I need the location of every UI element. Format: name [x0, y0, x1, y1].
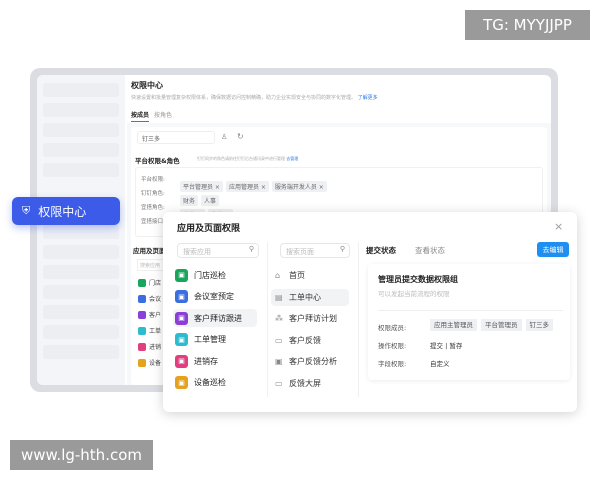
row-label: 钉钉角色: — [141, 191, 165, 197]
page-label: 首页 — [289, 271, 305, 280]
app-item[interactable]: ▣ 工单管理 — [173, 331, 257, 349]
permission-icon: ⛨ — [22, 204, 31, 217]
app-label: 会议室预定 — [194, 292, 234, 301]
group-subtitle: 可以发起当前流程的权限 — [378, 290, 450, 298]
tab-submit-status[interactable]: 提交状态 — [366, 245, 396, 256]
app-item[interactable]: ▣ 门店巡检 — [173, 266, 257, 284]
tab-by-member[interactable]: 按成员 — [131, 110, 150, 122]
mini-app[interactable]: 门店 — [138, 278, 161, 287]
app-search-input[interactable]: 搜索应用 ⚲ — [177, 243, 259, 258]
app-icon: ▣ — [175, 268, 188, 282]
app-item[interactable]: ▣ 设备巡检 — [173, 374, 257, 392]
app-item[interactable]: ▣ 会议室预定 — [173, 288, 257, 306]
section-title: 平台权限&角色 — [135, 157, 180, 165]
page-label: 工单中心 — [289, 292, 321, 302]
page-icon: ▭ — [275, 378, 283, 388]
app-label: 门店巡检 — [194, 270, 226, 280]
app-page-permission-modal: 应用及页面权限 × 搜索应用 ⚲ 搜索页面 ⚲ ▣ 门店巡检 ▣ 会议室预定 ▣ 客户拜访跟进… — [163, 212, 577, 412]
page-item[interactable]: ▭ 客户反馈 — [271, 332, 349, 349]
user-icon[interactable]: ♙ — [221, 133, 227, 141]
apps-section-title: 应用及页面 — [133, 247, 166, 255]
learn-more-link[interactable]: 了解更多 — [358, 95, 378, 101]
app-label: 客户拜访跟进 — [194, 313, 242, 323]
fields-value: 自定义 — [430, 360, 450, 368]
refresh-icon[interactable]: ↻ — [237, 132, 244, 141]
watermark-top: TG: MYYJJPP — [465, 10, 590, 40]
ops-label: 操作权限: — [378, 342, 407, 350]
app-icon: ▣ — [175, 311, 188, 325]
page-label: 客户拜访计划 — [289, 314, 337, 323]
app-label: 设备巡检 — [194, 378, 226, 387]
page-item[interactable]: ▤ 工单中心 — [271, 288, 349, 306]
tab-view-status[interactable]: 查看状态 — [415, 245, 445, 256]
page-icon: ⌂ — [275, 271, 281, 280]
app-label: 工单管理 — [194, 335, 226, 344]
member-select[interactable]: 钉三多 — [137, 131, 215, 144]
page-icon: ▣ — [275, 357, 283, 366]
mini-app[interactable]: 进销 — [138, 342, 161, 351]
app-label: 进销存 — [194, 356, 218, 366]
page-label: 反馈大屏 — [289, 378, 321, 388]
manage-link[interactable]: 去管理 — [286, 156, 298, 161]
app-item[interactable]: ▣ 客户拜访跟进 — [173, 309, 257, 327]
page-item[interactable]: ⁂ 客户拜访计划 — [271, 310, 349, 327]
row-label: 宜搭角色: — [141, 205, 165, 211]
search-icon: ⚲ — [248, 245, 254, 253]
page-icon: ▤ — [275, 292, 283, 302]
mini-app[interactable]: 工单 — [138, 326, 161, 335]
modal-title: 应用及页面权限 — [177, 224, 241, 234]
page-item[interactable]: ⌂ 首页 — [271, 267, 349, 284]
watermark-bottom: www.lg-hth.com — [10, 440, 153, 470]
tab-by-role[interactable]: 按角色 — [154, 110, 172, 119]
row-label: 宜搭接口 — [141, 219, 164, 225]
row-label: 平台权限: — [141, 177, 165, 183]
page-title: 权限中心 — [131, 81, 163, 90]
badge-label: 权限中心 — [38, 204, 87, 219]
page-label: 客户反馈分析 — [289, 357, 337, 366]
page-description: 快速设置和批量管理复杂权限体系，确保数据访问控制精确，助力企业实现安全与协同的数… — [131, 95, 378, 101]
page-label: 客户反馈 — [289, 335, 321, 345]
fields-label: 字段权限: — [378, 360, 407, 368]
page-search-input[interactable]: 搜索页面 ⚲ — [280, 243, 350, 258]
section-hint: 钉钉同步的角色请前往钉钉后台通讯录中进行管理 去管理 — [197, 156, 299, 161]
search-icon: ⚲ — [339, 245, 345, 253]
page-item[interactable]: ▭ 反馈大屏 — [271, 375, 349, 392]
app-icon: ▣ — [175, 333, 188, 346]
page-item[interactable]: ▣ 客户反馈分析 — [271, 353, 349, 370]
members-tags: 应用主管理员 平台管理员 钉三多 — [430, 319, 553, 331]
ops-value: 提交 | 暂存 — [430, 342, 463, 350]
page-icon: ⁂ — [275, 314, 283, 323]
app-icon: ▣ — [175, 376, 188, 389]
mini-app[interactable]: 设备 — [138, 358, 161, 367]
edit-button[interactable]: 去编辑 — [537, 242, 569, 257]
permission-center-badge[interactable]: ⛨ 权限中心 — [12, 197, 120, 225]
group-title: 管理员提交数据权限组 — [378, 275, 458, 284]
permission-group-card: 管理员提交数据权限组 可以发起当前流程的权限 权限成员: 应用主管理员 平台管理员… — [368, 264, 570, 380]
close-icon[interactable]: × — [554, 220, 563, 233]
mini-app[interactable]: 会议 — [138, 294, 161, 303]
sidebar — [37, 75, 125, 385]
page-icon: ▭ — [275, 335, 283, 345]
app-icon: ▣ — [175, 354, 188, 368]
app-icon: ▣ — [175, 290, 188, 303]
app-item[interactable]: ▣ 进销存 — [173, 352, 257, 370]
mini-app[interactable]: 客户 — [138, 310, 161, 319]
members-label: 权限成员: — [378, 324, 407, 332]
